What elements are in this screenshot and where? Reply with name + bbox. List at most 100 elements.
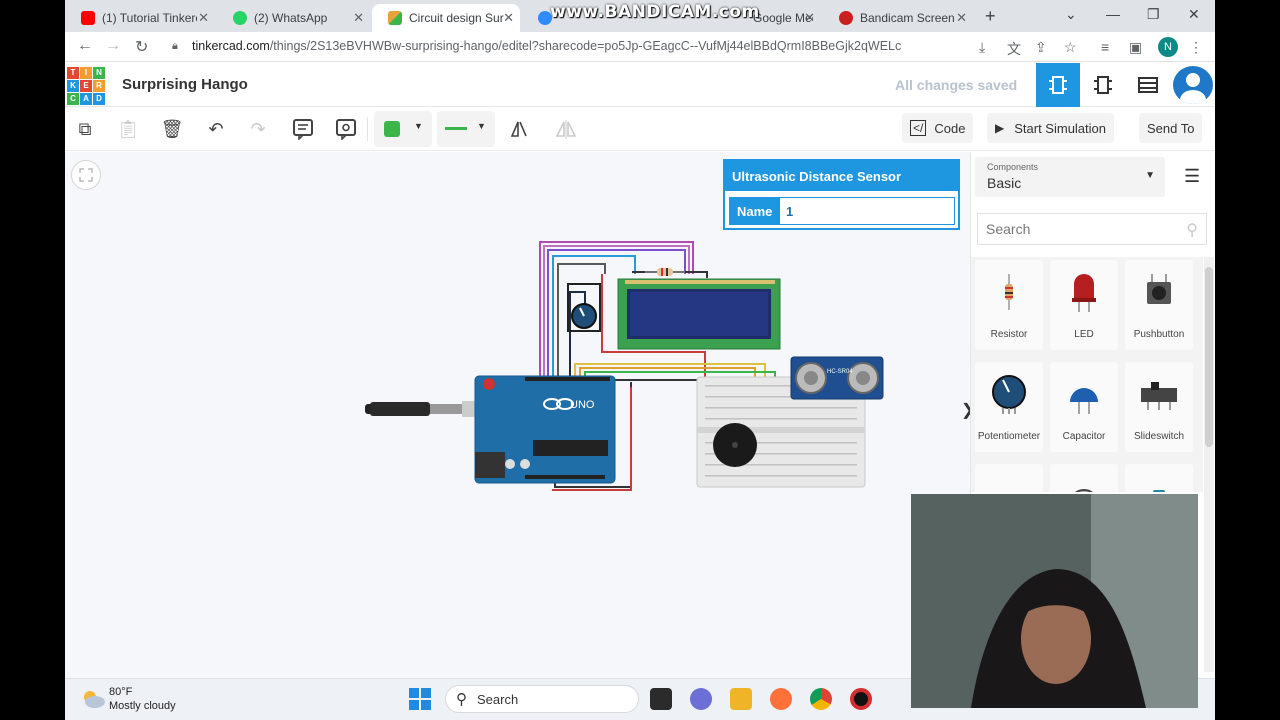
close-icon[interactable]: ✕	[503, 10, 514, 26]
maximize-button[interactable]: ❐	[1147, 6, 1160, 23]
lcd-display[interactable]	[617, 278, 781, 350]
windows-start-icon[interactable]	[409, 688, 431, 710]
weather-temperature[interactable]: 80°F	[109, 686, 132, 698]
taskbar-search[interactable]: ⚲ Search	[445, 685, 639, 713]
close-icon[interactable]: ✕	[804, 10, 815, 26]
chrome-icon[interactable]	[810, 688, 832, 710]
component-battery[interactable]	[975, 464, 1043, 492]
tinkercad-logo[interactable]: TIN KER CAD	[67, 67, 105, 105]
translate-icon[interactable]: 文	[1007, 39, 1021, 59]
mirror-shape-disabled	[555, 120, 577, 139]
simulate-label: Start Simulation	[1014, 120, 1106, 136]
browser-tab[interactable]: (2) WhatsApp ✕	[217, 4, 370, 32]
toggle-notes-icon[interactable]	[334, 117, 358, 141]
component-potentiometer[interactable]: Potentiometer	[975, 362, 1043, 452]
flip-icon[interactable]	[507, 117, 531, 141]
schematic-view-button[interactable]	[1081, 63, 1125, 107]
user-avatar[interactable]	[1173, 66, 1213, 104]
weather-description[interactable]: Mostly cloudy	[109, 700, 176, 712]
minimize-button[interactable]: —	[1106, 6, 1120, 22]
inspector-panel: Ultrasonic Distance Sensor Name 1	[723, 159, 960, 230]
components-category-select[interactable]: Components Basic ▼	[975, 157, 1165, 197]
media-icon[interactable]: ≡	[1101, 39, 1109, 55]
arduino-uno-board[interactable]: UNO	[474, 375, 616, 484]
browser-tab[interactable]: Bandicam Screen Recorder ✕	[823, 4, 973, 32]
close-icon[interactable]: ✕	[198, 10, 209, 26]
trash-icon[interactable]: 🗑︎	[160, 117, 184, 141]
sensor-label: HC-SR04	[827, 369, 853, 375]
paste-icon[interactable]: 📋︎	[116, 117, 140, 141]
more-menu-icon[interactable]: ⋮	[1189, 39, 1203, 56]
search-input[interactable]	[978, 214, 1206, 244]
browser-tab-bar: (1) Tutorial Tinkercad ✕ (2) WhatsApp ✕ …	[65, 0, 1215, 32]
component-led[interactable]: LED	[1050, 260, 1118, 350]
capacitor-icon	[1070, 388, 1098, 414]
back-arrow-icon[interactable]: ←	[77, 37, 93, 55]
close-window-button[interactable]: ✕	[1188, 6, 1200, 23]
component-resistor[interactable]: Resistor	[975, 260, 1043, 350]
scroll-thumb[interactable]	[1205, 267, 1213, 447]
share-icon[interactable]: ⇪	[1035, 39, 1047, 56]
lock-icon[interactable]: 🔒︎	[172, 40, 178, 53]
mirror-icon[interactable]	[554, 117, 578, 141]
name-input[interactable]: 1	[780, 198, 954, 224]
tab-search-icon[interactable]: ⌄	[1065, 6, 1077, 23]
component-dc-motor[interactable]	[1050, 464, 1118, 492]
wire-color-select[interactable]: ▼	[374, 111, 432, 147]
undo-icon[interactable]: ↶	[204, 117, 228, 141]
copy-icon[interactable]: ⧉	[73, 117, 97, 141]
board-label: UNO	[570, 399, 595, 411]
teams-icon[interactable]	[690, 688, 712, 710]
ultrasonic-sensor[interactable]: HC-SR04	[790, 356, 884, 400]
potentiometer-icon	[992, 375, 1026, 414]
color-swatch	[384, 121, 400, 137]
url-field[interactable]: tinkercad.com/things/2S13eBVHWBw-surpris…	[192, 39, 901, 53]
pushbutton-icon	[1147, 274, 1171, 304]
battery-cell-icon	[1153, 490, 1165, 492]
note-icon[interactable]	[291, 117, 315, 141]
component-pushbutton[interactable]: Pushbutton	[1125, 260, 1193, 350]
component-search[interactable]: ⚲	[977, 213, 1207, 245]
task-view-icon[interactable]	[650, 688, 672, 710]
code-label: Code	[934, 120, 966, 136]
start-simulation-button[interactable]: ▶ Start Simulation	[987, 113, 1114, 143]
profile-avatar[interactable]: N	[1158, 37, 1178, 57]
category-label: Components	[987, 162, 1039, 172]
panel-scrollbar[interactable]	[1204, 257, 1214, 672]
side-panel-icon[interactable]: ▣	[1129, 39, 1142, 56]
project-title[interactable]: Surprising Hango	[122, 76, 248, 93]
bookmark-star-icon[interactable]: ☆	[1064, 39, 1077, 56]
bandicam-watermark: www.BANDICAM.com	[550, 2, 760, 22]
component-list-button[interactable]	[1126, 63, 1170, 107]
table-icon	[1138, 77, 1158, 93]
component-name: Resistor	[990, 329, 1028, 340]
wire-type-select[interactable]: ▼	[437, 111, 495, 147]
reload-icon[interactable]: ↻	[135, 37, 148, 57]
component-slideswitch[interactable]: Slideswitch	[1125, 362, 1193, 452]
close-icon[interactable]: ✕	[353, 10, 364, 26]
new-tab-button[interactable]: +	[985, 6, 996, 27]
redo-icon[interactable]: ↷	[246, 117, 270, 141]
chip-icon	[1049, 76, 1067, 94]
mirror-shape	[510, 121, 527, 137]
component-name: Pushbutton	[1133, 329, 1185, 340]
close-icon[interactable]: ✕	[956, 10, 967, 26]
browser-tab[interactable]: (1) Tutorial Tinkercad ✕	[65, 4, 215, 32]
install-icon[interactable]: ⤓	[979, 39, 985, 56]
whatsapp-icon	[233, 11, 247, 25]
url-path: /things/2S13eBVHWBw-surprising-hango/edi…	[269, 39, 902, 53]
component-battery-cell[interactable]	[1125, 464, 1193, 492]
send-to-button[interactable]: Send To	[1139, 113, 1203, 143]
component-capacitor[interactable]: Capacitor	[1050, 362, 1118, 452]
user-icon	[1180, 73, 1206, 104]
resistor[interactable]	[645, 268, 685, 276]
list-view-icon[interactable]: ☰	[1184, 166, 1200, 187]
browser-tab-active[interactable]: Circuit design Surprising Hango ✕	[372, 4, 520, 32]
bandicam-taskbar-icon[interactable]	[850, 688, 872, 710]
firefox-icon[interactable]	[770, 688, 792, 710]
forward-arrow-icon[interactable]: →	[105, 37, 121, 55]
circuit-canvas[interactable]: UNO HC-SR04 Ultrasonic Distance Sensor N…	[65, 152, 970, 692]
file-explorer-icon[interactable]	[730, 688, 752, 710]
code-button[interactable]: </ Code	[902, 113, 974, 143]
circuit-view-button[interactable]	[1036, 63, 1080, 107]
